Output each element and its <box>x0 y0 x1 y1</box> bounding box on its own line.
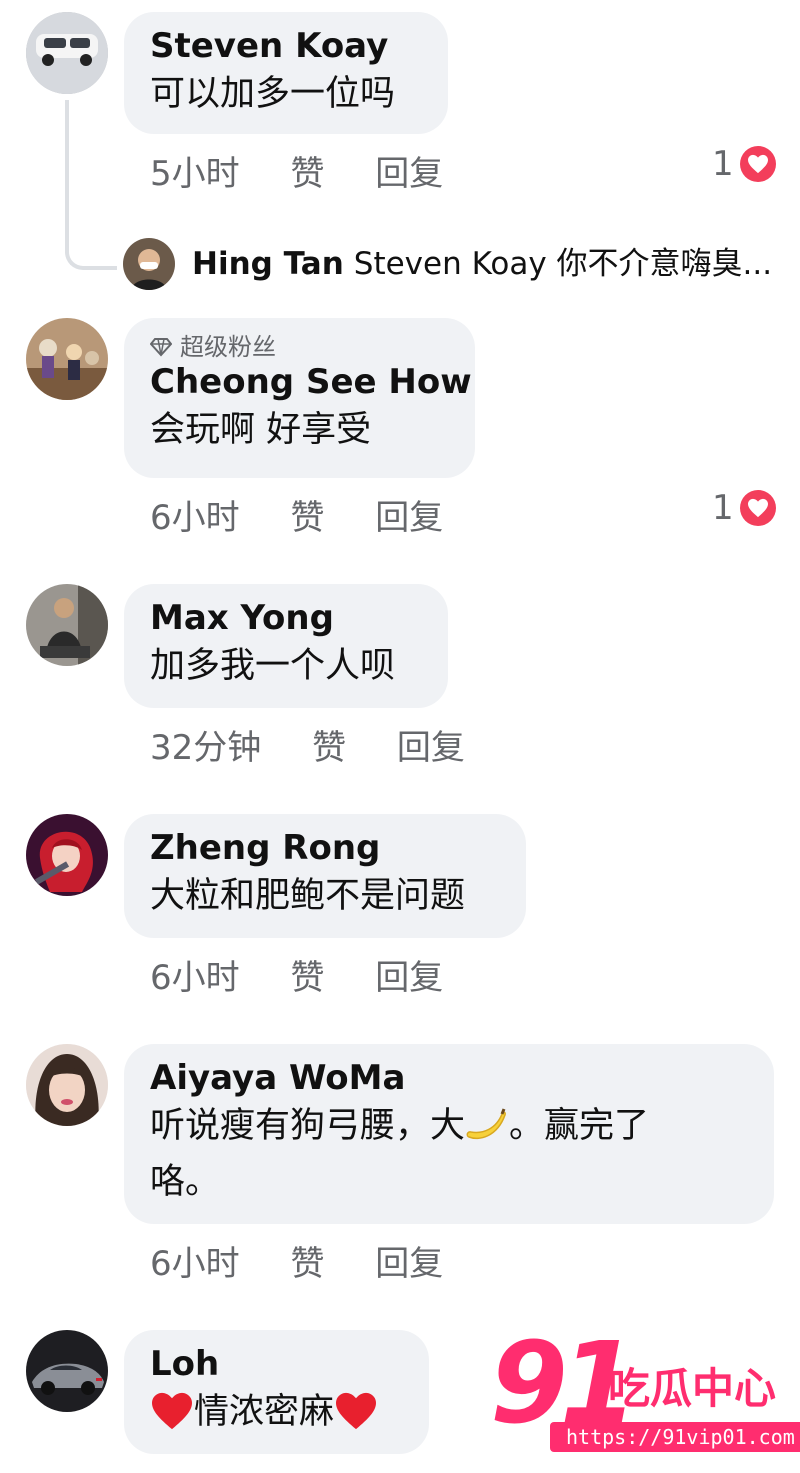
comment-author[interactable]: Zheng Rong <box>150 828 500 868</box>
comment-actions: 6小时 赞 回复 <box>150 498 483 538</box>
comment-text-part: 情浓密麻 <box>194 1392 335 1432</box>
comment-time: 5小时 <box>150 154 240 194</box>
comment-text-part: 咯。 <box>150 1162 221 1202</box>
like-button[interactable]: 赞 <box>312 728 346 768</box>
like-button[interactable]: 赞 <box>290 958 324 998</box>
diamond-icon <box>150 338 172 357</box>
figurines-avatar-image <box>26 318 108 400</box>
comment-time: 32分钟 <box>150 728 262 768</box>
comment-author[interactable]: Loh <box>150 1344 403 1384</box>
avatar[interactable] <box>123 238 175 290</box>
comment-text-part: 。赢完了 <box>509 1106 650 1146</box>
comment-bubble[interactable]: 超级粉丝 Cheong See How 会玩啊 好享受 <box>124 318 475 478</box>
watermark-title: 吃瓜中心 <box>608 1364 777 1413</box>
reaction-number: 1 <box>712 488 734 528</box>
comment-author[interactable]: Steven Koay <box>150 26 422 66</box>
heart-icon <box>739 490 776 526</box>
comment-author[interactable]: Cheong See How <box>150 362 472 402</box>
person-avatar-image <box>26 584 108 666</box>
avatar[interactable] <box>26 814 108 896</box>
comment-text: 可以加多一位吗 <box>150 74 396 114</box>
reply-button[interactable]: 回复 <box>375 958 443 998</box>
reply-author[interactable]: Hing Tan <box>192 246 344 282</box>
comment-bubble[interactable]: Zheng Rong 大粒和肥鲍不是问题 <box>124 814 526 938</box>
like-button[interactable]: 赞 <box>290 154 324 194</box>
heart-icon <box>739 146 776 182</box>
comment-text: 大粒和肥鲍不是问题 <box>150 876 466 916</box>
reply-button[interactable]: 回复 <box>375 498 443 538</box>
comment-text: 情浓密麻 <box>150 1384 403 1440</box>
heart-icon <box>152 1392 192 1430</box>
comment-bubble[interactable]: Steven Koay 可以加多一位吗 <box>124 12 448 134</box>
comment-text: 听说瘦有狗弓腰，大 。赢完了 咯。 <box>150 1098 748 1210</box>
reply-button[interactable]: 回复 <box>375 1244 443 1284</box>
reply-button[interactable]: 回复 <box>375 154 443 194</box>
like-button[interactable]: 赞 <box>290 1244 324 1284</box>
avatar[interactable] <box>26 318 108 400</box>
avatar[interactable] <box>26 1044 108 1126</box>
comment-time: 6小时 <box>150 498 240 538</box>
anime-avatar-image <box>26 814 108 896</box>
comment-text: 加多我一个人呗 <box>150 646 396 686</box>
avatar[interactable] <box>26 584 108 666</box>
comment-text: 会玩啊 好享受 <box>150 410 372 450</box>
top-fan-badge: 超级粉丝 <box>150 332 449 362</box>
comment-bubble[interactable]: Loh 情浓密麻 <box>124 1330 429 1454</box>
reaction-count[interactable]: 1 <box>712 144 776 184</box>
thread-connector <box>65 100 117 270</box>
watermark-url: https://91vip01.com <box>550 1422 800 1452</box>
reply-button[interactable]: 回复 <box>397 728 465 768</box>
comment-bubble[interactable]: Aiyaya WoMa 听说瘦有狗弓腰，大 。赢完了 咯。 <box>124 1044 774 1224</box>
like-button[interactable]: 赞 <box>290 498 324 538</box>
comment-actions: 5小时 赞 回复 <box>150 154 483 194</box>
reply-preview[interactable]: Hing Tan Steven Koay 你不介意嗨臭... <box>192 244 772 284</box>
comment-author[interactable]: Max Yong <box>150 598 422 638</box>
car-avatar-image <box>26 1330 108 1412</box>
comment-actions: 6小时 赞 回复 <box>150 958 483 998</box>
comment-text-part: 听说瘦有狗弓腰，大 <box>150 1106 466 1146</box>
comment-time: 6小时 <box>150 958 240 998</box>
comment-time: 6小时 <box>150 1244 240 1284</box>
site-watermark: 91 吃瓜中心 https://91vip01.com <box>490 1324 800 1466</box>
avatar[interactable] <box>26 1330 108 1412</box>
comment-actions: 6小时 赞 回复 <box>150 1244 483 1284</box>
reaction-number: 1 <box>712 144 734 184</box>
person-avatar-image <box>26 1044 108 1126</box>
reply-text: Steven Koay 你不介意嗨臭... <box>353 246 773 282</box>
person-avatar-image <box>123 238 175 290</box>
comment-author[interactable]: Aiyaya WoMa <box>150 1058 748 1098</box>
badge-label: 超级粉丝 <box>180 333 276 361</box>
comment-bubble[interactable]: Max Yong 加多我一个人呗 <box>124 584 448 708</box>
car-avatar-image <box>26 12 108 94</box>
avatar[interactable] <box>26 12 108 94</box>
reaction-count[interactable]: 1 <box>712 488 776 528</box>
comment-actions: 32分钟 赞 回复 <box>150 728 505 768</box>
heart-icon <box>336 1392 377 1430</box>
banana-icon <box>466 1108 506 1140</box>
